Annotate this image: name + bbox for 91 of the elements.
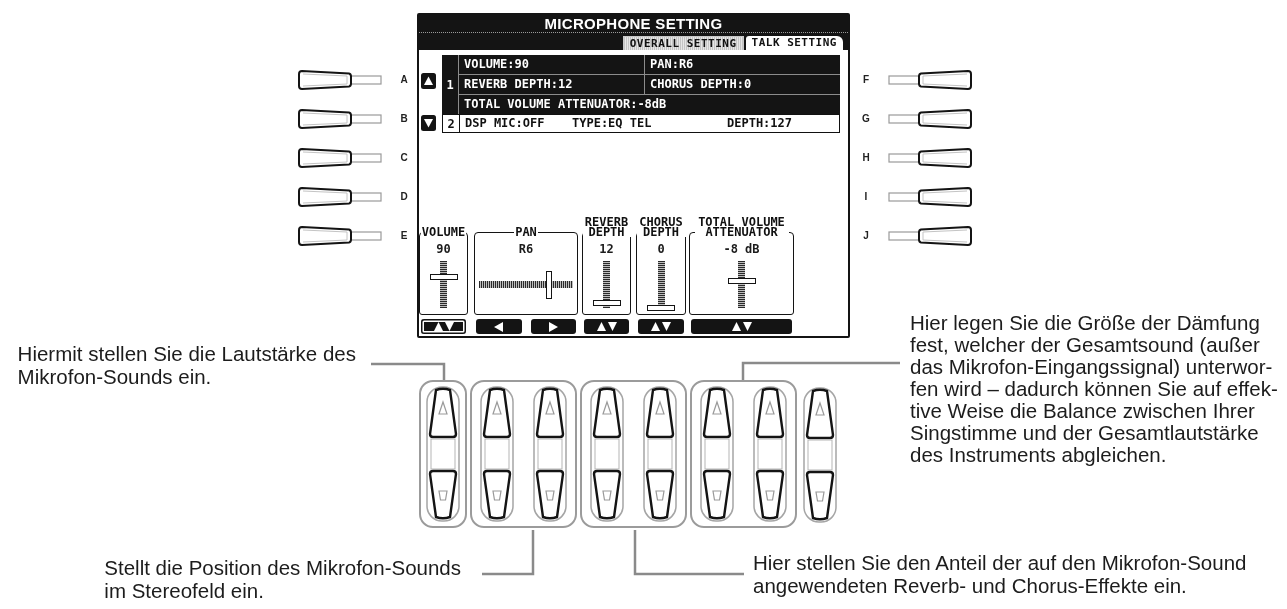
- up-down-button[interactable]: [700, 386, 734, 522]
- button-letter: D: [400, 191, 408, 203]
- side-button[interactable]: [298, 226, 382, 246]
- down-triangle-icon: [438, 490, 448, 501]
- control-label: PAN: [514, 227, 538, 237]
- control-value: -8 dB: [723, 243, 760, 255]
- entry-number: 1: [445, 76, 455, 94]
- up-triangle-icon: [712, 400, 722, 415]
- screen-title: MICROPHONE SETTING: [544, 16, 723, 31]
- entry-number: 2: [446, 115, 456, 132]
- up-down-button[interactable]: [480, 386, 514, 522]
- up-triangle-icon: [655, 400, 665, 415]
- control-label: CHORUS DEPTH: [636, 217, 686, 237]
- slider-thumb[interactable]: [727, 278, 756, 285]
- button-letter: G: [862, 113, 870, 125]
- entry-row[interactable]: 1 VOLUME:90 PAN:R6 REVERB DEPTH:12 CHORUS DEPTH:0 TOTAL VOLUME ATTENUATOR:-8dB: [442, 55, 840, 114]
- button-letter: I: [863, 191, 869, 203]
- entry-field: VOLUME:90: [459, 55, 644, 74]
- entry-row[interactable]: 2 DSP MIC:OFF TYPE:EQ TEL DEPTH:127: [442, 114, 840, 133]
- down-triangle-icon: [545, 490, 555, 501]
- side-button[interactable]: [888, 109, 972, 129]
- entry-field: PAN:R6: [644, 55, 840, 74]
- arrow-button[interactable]: [691, 319, 792, 334]
- button-letter: A: [400, 74, 408, 86]
- up-down-triangles-icon: [731, 322, 752, 331]
- arrow-button[interactable]: [476, 319, 522, 334]
- up-down-triangles-icon: [596, 322, 617, 331]
- slider-thumb[interactable]: [545, 270, 552, 299]
- up-down-button[interactable]: [533, 386, 567, 522]
- control-value: R6: [518, 243, 534, 255]
- control-value: 90: [436, 243, 451, 255]
- callout-text: Stellt die Position des Mikrofon-Sounds im Stereofeld ein.: [104, 556, 461, 602]
- side-button[interactable]: [888, 187, 972, 207]
- control-value: 0: [657, 243, 665, 255]
- button-letter: B: [400, 113, 408, 125]
- down-triangle-icon: [492, 490, 502, 501]
- up-down-button[interactable]: [590, 386, 624, 522]
- tab[interactable]: TALK SETTING: [745, 36, 843, 50]
- up-triangle-icon: [765, 400, 775, 415]
- up-down-button[interactable]: [643, 386, 677, 522]
- side-button[interactable]: [888, 70, 972, 90]
- arrow-button[interactable]: [530, 319, 576, 334]
- up-down-triangles-icon: [651, 322, 671, 331]
- up-triangle-icon: [492, 400, 502, 415]
- button-letter: H: [862, 152, 870, 164]
- side-button[interactable]: [888, 226, 972, 246]
- right-triangle-icon: [548, 321, 558, 332]
- control-value: 12: [599, 243, 614, 255]
- button-letter: J: [862, 230, 870, 242]
- control-label: REVERB DEPTH: [582, 217, 631, 237]
- entry-field: DEPTH:127: [722, 115, 839, 132]
- entry-field: REVERB DEPTH:12: [459, 75, 644, 94]
- slider-thumb[interactable]: [592, 300, 621, 307]
- control-label: VOLUME: [420, 227, 467, 237]
- side-button[interactable]: [298, 148, 382, 168]
- up-triangle-icon: [815, 400, 825, 416]
- side-button[interactable]: [298, 187, 382, 207]
- button-letter: C: [400, 152, 408, 164]
- down-triangle-icon: [602, 490, 612, 501]
- slider-thumb[interactable]: [429, 274, 458, 280]
- button-letter: E: [400, 230, 408, 242]
- up-down-button[interactable]: [753, 386, 787, 522]
- arrow-button[interactable]: [638, 319, 684, 334]
- control-label: TOTAL VOLUME ATTENUATOR: [694, 217, 789, 237]
- up-triangle-icon: [438, 400, 448, 415]
- slider-thumb[interactable]: [647, 305, 675, 311]
- side-button[interactable]: [298, 109, 382, 129]
- leader-line: [482, 530, 535, 576]
- up-down-button[interactable]: [426, 386, 460, 522]
- tab[interactable]: OVERALL SETTING: [622, 36, 744, 50]
- up-down-triangles-icon: [433, 322, 454, 331]
- arrow-button[interactable]: [421, 319, 466, 334]
- down-triangle-icon: [815, 490, 825, 502]
- callout-text: Hiermit stellen Sie die Lautstärke des Mikrofon-Sounds ein.: [17, 342, 356, 388]
- up-down-button[interactable]: [803, 386, 837, 523]
- left-triangle-icon: [494, 321, 504, 332]
- down-triangle-icon: [655, 490, 665, 501]
- arrow-button[interactable]: [584, 319, 629, 334]
- entry-field: TYPE:EQ TEL: [567, 115, 722, 132]
- down-triangle-icon: [712, 490, 722, 501]
- up-triangle-icon: [602, 400, 612, 415]
- side-button[interactable]: [888, 148, 972, 168]
- down-triangle-icon: [765, 490, 775, 501]
- button-letter: F: [862, 74, 870, 86]
- entry-field: TOTAL VOLUME ATTENUATOR:-8dB: [459, 95, 840, 114]
- entry-field: CHORUS DEPTH:0: [644, 75, 840, 94]
- callout-text: Hier legen Sie die Größe der Dämfung fest, welcher der Gesamtsound (außer das Mikrofon-Eingangssignal) unterwor- fen wird – dadurch können Sie auf effek- tive Weise die Balance zwischen Ihrer Singstimme und der Gesamtlautstärke des Instruments abgleichen.: [910, 312, 1278, 466]
- callout-text: Hier stellen Sie den Anteil der auf den Mikrofon-Sound angewendeten Reverb- und Chorus-Effekte ein.: [753, 551, 1247, 597]
- entry-field: DSP MIC:OFF: [460, 115, 567, 132]
- side-button[interactable]: [298, 70, 382, 90]
- up-triangle-icon: [545, 400, 555, 415]
